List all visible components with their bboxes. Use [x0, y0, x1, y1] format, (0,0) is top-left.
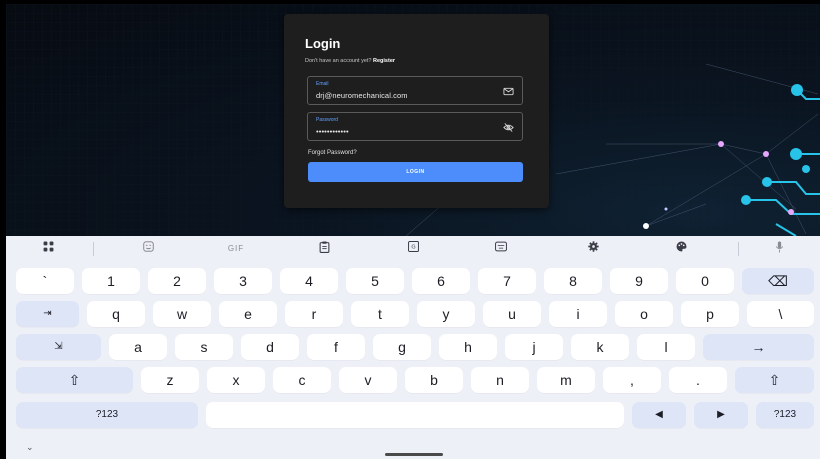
key-2[interactable]: 2 [148, 268, 206, 294]
key-g[interactable]: g [373, 334, 431, 360]
keyboard-layout-icon[interactable] [490, 241, 512, 257]
key-1[interactable]: 1 [82, 268, 140, 294]
app-screen: Login Don't have an account yet? Registe… [6, 4, 820, 236]
key-d[interactable]: d [241, 334, 299, 360]
symbols-key-left[interactable]: ?123 [16, 402, 198, 428]
key-r[interactable]: r [285, 301, 343, 327]
key-v[interactable]: v [339, 367, 397, 393]
translate-icon[interactable]: G [402, 241, 424, 257]
clipboard-icon[interactable] [313, 241, 335, 257]
key-backslash[interactable]: \ [747, 301, 814, 327]
settings-gear-icon[interactable] [582, 241, 604, 257]
login-title: Login [305, 36, 341, 51]
palette-icon[interactable] [670, 241, 692, 257]
key-w[interactable]: w [153, 301, 211, 327]
key-a[interactable]: a [109, 334, 167, 360]
cursor-right-icon[interactable]: ▶ [694, 402, 748, 428]
tab-icon[interactable]: ⇥ [16, 301, 79, 327]
on-screen-keyboard: GIF G ` 1 2 3 4 5 6 7 8 9 0 ⌫ ⇥ q w e r … [6, 236, 820, 459]
key-i[interactable]: i [549, 301, 607, 327]
key-backtick[interactable]: ` [16, 268, 74, 294]
mail-icon [503, 87, 514, 96]
toolbar-divider [738, 242, 739, 256]
key-3[interactable]: 3 [214, 268, 272, 294]
key-s[interactable]: s [175, 334, 233, 360]
key-0[interactable]: 0 [676, 268, 734, 294]
gif-icon[interactable]: GIF [225, 241, 247, 257]
key-9[interactable]: 9 [610, 268, 668, 294]
collapse-keyboard-icon[interactable]: ⌄ [26, 442, 34, 453]
register-link[interactable]: Register [373, 58, 395, 64]
login-card: Login Don't have an account yet? Registe… [284, 14, 549, 208]
symbols-key-right[interactable]: ?123 [756, 402, 814, 428]
key-4[interactable]: 4 [280, 268, 338, 294]
key-h[interactable]: h [439, 334, 497, 360]
cursor-left-icon[interactable]: ◀ [632, 402, 686, 428]
backspace-icon[interactable]: ⌫ [742, 268, 814, 294]
key-b[interactable]: b [405, 367, 463, 393]
key-q[interactable]: q [87, 301, 145, 327]
key-l[interactable]: l [637, 334, 695, 360]
svg-text:G: G [411, 245, 415, 251]
shift-right-icon[interactable]: ⇧ [735, 367, 814, 393]
key-p[interactable]: p [681, 301, 739, 327]
key-f[interactable]: f [307, 334, 365, 360]
key-z[interactable]: z [141, 367, 199, 393]
email-label: Email [316, 81, 329, 87]
keyboard-toolbar: GIF G [6, 236, 820, 262]
email-value: drj@neuromechanical.com [316, 91, 408, 100]
register-prompt: Don't have an account yet? Register [305, 58, 395, 64]
key-u[interactable]: u [483, 301, 541, 327]
space-bar[interactable] [206, 402, 624, 428]
shift-left-icon[interactable]: ⇧ [16, 367, 133, 393]
key-8[interactable]: 8 [544, 268, 602, 294]
email-field[interactable]: Email drj@neuromechanical.com [307, 76, 523, 105]
key-e[interactable]: e [219, 301, 277, 327]
sticker-icon[interactable] [137, 241, 159, 257]
no-account-text: Don't have an account yet? [305, 58, 372, 64]
eye-off-icon[interactable] [503, 122, 514, 133]
login-button[interactable]: LOGIN [308, 162, 523, 182]
key-comma[interactable]: , [603, 367, 661, 393]
key-k[interactable]: k [571, 334, 629, 360]
apps-grid-icon[interactable] [37, 241, 59, 257]
key-j[interactable]: j [505, 334, 563, 360]
key-o[interactable]: o [615, 301, 673, 327]
key-period[interactable]: . [669, 367, 727, 393]
enter-arrow-icon[interactable]: → [703, 334, 814, 360]
key-n[interactable]: n [471, 367, 529, 393]
key-5[interactable]: 5 [346, 268, 404, 294]
password-field[interactable]: Password •••••••••••• [307, 112, 523, 141]
password-value: •••••••••••• [316, 127, 349, 136]
key-x[interactable]: x [207, 367, 265, 393]
caps-lock-icon[interactable]: ⇲ [16, 334, 101, 360]
toolbar-divider [93, 242, 94, 256]
key-m[interactable]: m [537, 367, 595, 393]
key-t[interactable]: t [351, 301, 409, 327]
key-6[interactable]: 6 [412, 268, 470, 294]
key-7[interactable]: 7 [478, 268, 536, 294]
microphone-icon[interactable] [768, 241, 790, 257]
key-y[interactable]: y [417, 301, 475, 327]
navigation-handle[interactable] [385, 453, 443, 456]
forgot-password-link[interactable]: Forgot Password? [308, 150, 357, 156]
key-c[interactable]: c [273, 367, 331, 393]
password-label: Password [316, 117, 338, 123]
